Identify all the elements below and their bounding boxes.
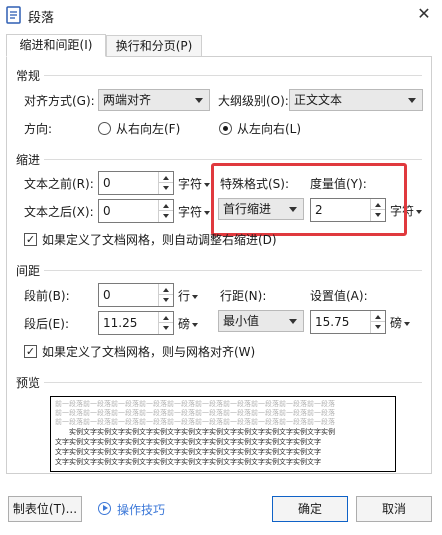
dialog-title: 段落: [28, 11, 55, 26]
line-spacing-value: 最小值: [223, 314, 260, 328]
space-before-input[interactable]: 0: [98, 283, 174, 307]
cancel-button[interactable]: 取消: [356, 496, 432, 522]
spin-down-icon[interactable]: [159, 295, 173, 306]
section-divider: [44, 382, 422, 383]
spinner[interactable]: [158, 284, 173, 306]
space-after-value: 11.25: [103, 316, 138, 330]
spinner[interactable]: [158, 200, 173, 222]
highlight-box: [211, 163, 407, 236]
preview-prev-line: 前一段落前一段落前一段落前一段落前一段落前一段落前一段落前一段落前一段落前一段落: [55, 409, 335, 417]
setting-value-unit[interactable]: 磅: [390, 315, 411, 331]
preview-sample-line: 文字实例文字实例文字实例文字实例文字实例文字实例文字实例文字实例文字实例文字: [55, 438, 321, 446]
space-after-unit[interactable]: 磅: [178, 316, 199, 332]
outline-level-value: 正文文本: [294, 93, 343, 107]
paragraph-preview: 前一段落前一段落前一段落前一段落前一段落前一段落前一段落前一段落前一段落前一段落…: [50, 396, 396, 472]
spin-down-icon[interactable]: [159, 183, 173, 194]
spinner[interactable]: [158, 172, 173, 194]
indent-after-unit[interactable]: 字符: [178, 204, 211, 220]
spacing-grid-label[interactable]: 如果定义了文档网格，则与网格对齐(W): [42, 344, 255, 360]
preview-sample-line: 文字实例文字实例文字实例文字实例文字实例文字实例文字实例文字实例文字实例文字: [55, 458, 321, 466]
radio-rtl[interactable]: [98, 122, 111, 135]
tab-indent-spacing[interactable]: 缩进和间距(I): [6, 34, 106, 57]
indent-before-label: 文本之前(R):: [24, 177, 94, 191]
close-icon[interactable]: ✕: [412, 3, 436, 25]
outline-level-label: 大纲级别(O):: [218, 94, 289, 108]
ok-button[interactable]: 确定: [272, 496, 348, 522]
indent-before-unit[interactable]: 字符: [178, 176, 211, 192]
spacing-grid-checkbox[interactable]: ✓: [24, 345, 37, 358]
spin-up-icon[interactable]: [159, 312, 173, 323]
chevron-down-icon: [416, 209, 423, 214]
setting-value-label: 设置值(A):: [310, 289, 368, 303]
spin-up-icon[interactable]: [371, 311, 385, 322]
chevron-down-icon: [404, 321, 411, 326]
direction-label: 方向:: [24, 122, 53, 136]
radio-ltr-label[interactable]: 从左向右(L): [237, 121, 301, 137]
chevron-down-icon: [192, 294, 199, 299]
spin-up-icon[interactable]: [159, 172, 173, 183]
indent-after-input[interactable]: 0: [98, 199, 174, 223]
preview-sample-line: 文字实例文字实例文字实例文字实例文字实例文字实例文字实例文字实例文字实例文字: [55, 448, 321, 456]
alignment-label: 对齐方式(G):: [24, 94, 95, 108]
tab-line-page-breaks[interactable]: 换行和分页(P): [106, 35, 202, 57]
section-divider: [44, 270, 422, 271]
document-paragraph-icon: [6, 6, 21, 24]
space-after-label: 段后(E):: [24, 317, 69, 331]
setting-value: 15.75: [315, 315, 350, 329]
space-after-input[interactable]: 11.25: [98, 311, 174, 335]
spin-down-icon[interactable]: [159, 323, 173, 334]
title-bar: [0, 0, 442, 30]
preview-prev-line: 前一段落前一段落前一段落前一段落前一段落前一段落前一段落前一段落前一段落前一段落: [55, 400, 335, 408]
spin-down-icon[interactable]: [371, 322, 385, 333]
line-spacing-label: 行距(N):: [220, 289, 267, 303]
indent-before-value: 0: [103, 176, 111, 190]
radio-ltr[interactable]: [219, 122, 232, 135]
section-general-title: 常规: [16, 69, 41, 83]
spin-up-icon[interactable]: [159, 284, 173, 295]
section-spacing-title: 间距: [16, 264, 41, 278]
chevron-down-icon: [195, 98, 203, 103]
spinner[interactable]: [158, 312, 173, 334]
spinner[interactable]: [370, 311, 385, 333]
chevron-down-icon: [204, 182, 211, 187]
indent-after-label: 文本之后(X):: [24, 205, 94, 219]
section-indent-title: 缩进: [16, 153, 41, 167]
radio-rtl-label[interactable]: 从右向左(F): [116, 121, 180, 137]
preview-sample-line: 实例文字实例文字实例文字实例文字实例文字实例文字实例文字实例文字实例文字实例: [69, 428, 335, 436]
chevron-down-icon: [289, 319, 297, 324]
chevron-down-icon: [408, 98, 416, 103]
preview-prev-line: 前一段落前一段落前一段落前一段落前一段落前一段落前一段落前一段落前一段落前一段落: [55, 418, 335, 426]
indent-grid-label[interactable]: 如果定义了文档网格，则自动调整右缩进(D): [42, 232, 277, 248]
section-divider: [44, 75, 422, 76]
indent-after-value: 0: [103, 204, 111, 218]
alignment-value: 两端对齐: [103, 93, 152, 107]
indent-grid-checkbox[interactable]: ✓: [24, 233, 37, 246]
chevron-down-icon: [204, 210, 211, 215]
line-spacing-select[interactable]: 最小值: [218, 310, 304, 332]
outline-level-select[interactable]: 正文文本: [289, 89, 423, 111]
space-before-label: 段前(B):: [24, 289, 70, 303]
tips-link[interactable]: 操作技巧: [117, 501, 165, 518]
section-divider: [44, 159, 422, 160]
tab-stops-button[interactable]: 制表位(T)...: [8, 496, 82, 522]
chevron-down-icon: [192, 322, 199, 327]
section-preview-title: 预览: [16, 376, 41, 390]
setting-value-input[interactable]: 15.75: [310, 310, 386, 334]
spin-down-icon[interactable]: [159, 211, 173, 222]
spin-up-icon[interactable]: [159, 200, 173, 211]
play-circle-icon[interactable]: [98, 502, 111, 515]
space-before-value: 0: [103, 288, 111, 302]
alignment-select[interactable]: 两端对齐: [98, 89, 210, 111]
space-before-unit[interactable]: 行: [178, 288, 199, 304]
indent-before-input[interactable]: 0: [98, 171, 174, 195]
